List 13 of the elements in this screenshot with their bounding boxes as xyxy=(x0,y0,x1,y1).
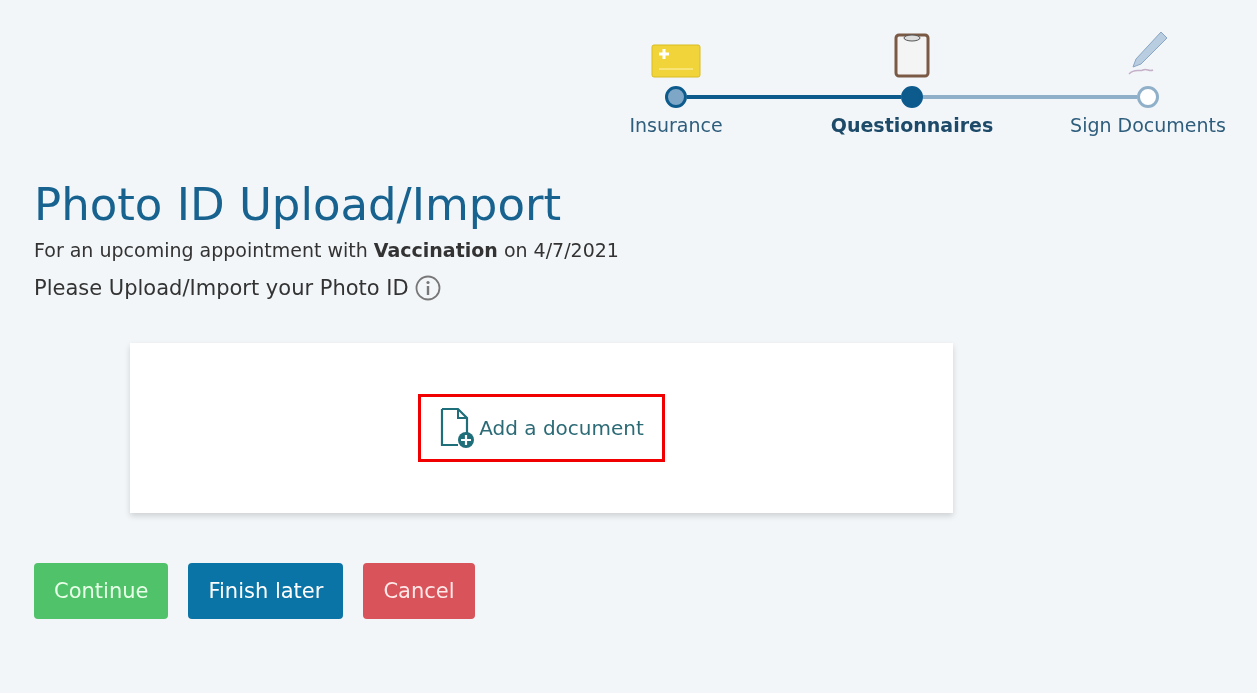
card-icon xyxy=(651,44,701,78)
add-file-icon xyxy=(439,407,476,449)
clipboard-icon xyxy=(894,32,930,78)
info-icon[interactable] xyxy=(414,275,441,301)
step-label[interactable]: Insurance xyxy=(629,114,723,136)
appointment-text: For an upcoming appointment with Vaccination on 4/7/2021 xyxy=(34,239,620,261)
instruction-text: Please Upload/Import your Photo ID xyxy=(34,276,409,300)
action-button[interactable]: Cancel xyxy=(363,563,475,619)
step-label[interactable]: Sign Documents xyxy=(1070,114,1226,136)
step-label[interactable]: Questionnaires xyxy=(830,114,994,136)
add-document-button[interactable]: Add a document xyxy=(418,394,665,462)
page-title: Photo ID Upload/Import xyxy=(34,178,563,231)
action-button[interactable]: Finish later xyxy=(188,563,344,619)
